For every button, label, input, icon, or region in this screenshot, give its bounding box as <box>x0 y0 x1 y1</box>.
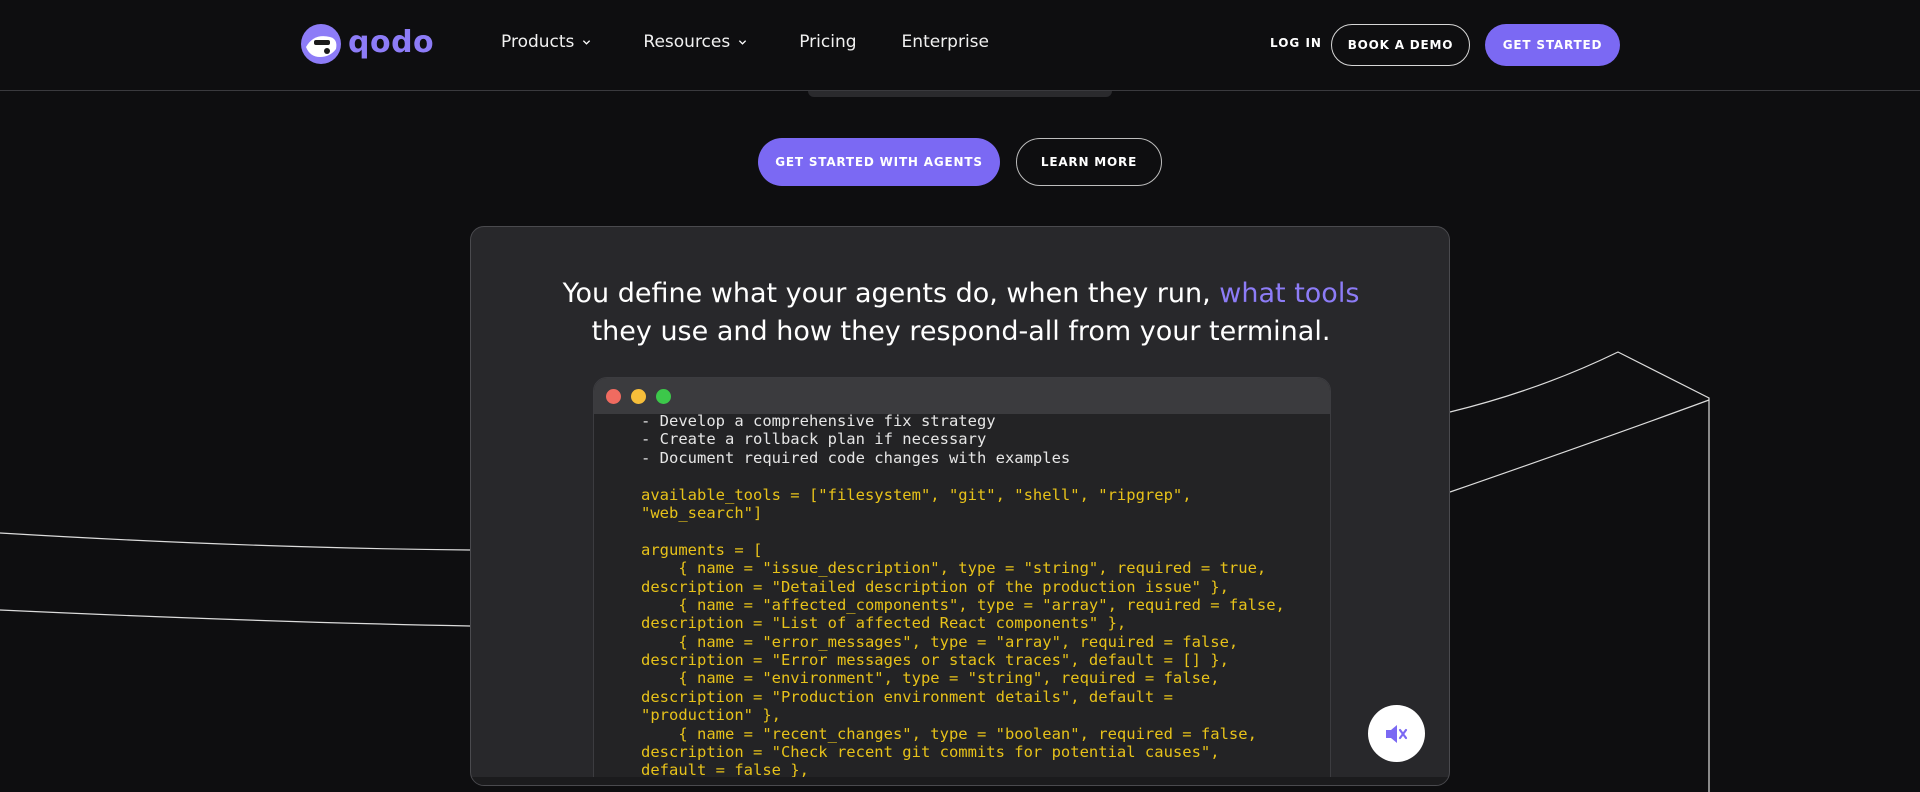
maximize-dot-icon <box>656 389 671 404</box>
terminal-window[interactable]: - Develop a comprehensive fix strategy - … <box>593 377 1331 785</box>
nav-products[interactable]: Products <box>501 32 591 52</box>
code-line: "production" }, <box>641 706 781 725</box>
code-line: - Develop a comprehensive fix strategy <box>641 412 996 430</box>
nav-resources[interactable]: Resources <box>643 32 747 52</box>
card-headline: You define what your agents do, when the… <box>471 275 1449 351</box>
code-line: description = "Check recent git commits … <box>641 743 1220 762</box>
code-line: { name = "affected_components", type = "… <box>641 595 1285 614</box>
minimize-dot-icon <box>631 389 646 404</box>
agents-demo-card: You define what your agents do, when the… <box>470 226 1450 786</box>
chevron-down-icon <box>583 39 591 45</box>
code-line: arguments = [ <box>641 540 763 559</box>
speaker-muted-icon <box>1385 724 1407 743</box>
logo[interactable]: qodo <box>300 23 434 65</box>
qodo-mascot-icon <box>301 24 341 64</box>
get-started-with-agents-button[interactable]: GET STARTED WITH AGENTS <box>758 138 1000 186</box>
code-line: "web_search"] <box>641 503 763 522</box>
book-demo-button[interactable]: BOOK A DEMO <box>1331 24 1470 66</box>
mute-button[interactable] <box>1368 705 1425 762</box>
terminal-code: - Develop a comprehensive fix strategy - … <box>641 412 1321 780</box>
code-line: { name = "error_messages", type = "array… <box>641 632 1239 651</box>
get-started-button[interactable]: GET STARTED <box>1485 24 1620 66</box>
main-nav: Products Resources Pricing Enterprise <box>501 32 1041 52</box>
logo-text: qodo <box>348 24 435 60</box>
code-line: { name = "issue_description", type = "st… <box>641 559 1267 578</box>
headline-part1: You define what your agents do, when the… <box>562 278 1220 309</box>
headline-highlight: what tools <box>1219 278 1360 309</box>
code-line: available_tools = ["filesystem", "git", … <box>641 485 1192 504</box>
nav-resources-label: Resources <box>643 32 731 52</box>
learn-more-button[interactable]: LEARN MORE <box>1016 138 1162 186</box>
nav-pricing[interactable]: Pricing <box>799 32 856 52</box>
card-bottom-strip <box>471 777 1449 785</box>
code-line: description = "Production environment de… <box>641 687 1173 706</box>
code-line: description = "List of affected React co… <box>641 614 1127 633</box>
code-line: { name = "environment", type = "string",… <box>641 669 1220 688</box>
login-link[interactable]: LOG IN <box>1270 36 1322 50</box>
code-line: description = "Error messages or stack t… <box>641 651 1229 670</box>
nav-pricing-label: Pricing <box>799 32 857 52</box>
site-header: qodo Products Resources Pricing Enterpri… <box>0 0 1920 91</box>
nav-enterprise[interactable]: Enterprise <box>902 32 989 52</box>
close-dot-icon <box>606 389 621 404</box>
code-line: description = "Detailed description of t… <box>641 577 1229 596</box>
code-line: - Create a rollback plan if necessary <box>641 430 987 449</box>
code-line: { name = "recent_changes", type = "boole… <box>641 724 1257 743</box>
nav-products-label: Products <box>501 32 575 52</box>
terminal-titlebar <box>594 378 1330 414</box>
nav-enterprise-label: Enterprise <box>901 32 989 52</box>
code-line: - Document required code changes with ex… <box>641 448 1071 467</box>
chevron-down-icon <box>739 39 747 45</box>
headline-part2: they use and how they respond-all from y… <box>591 316 1331 347</box>
